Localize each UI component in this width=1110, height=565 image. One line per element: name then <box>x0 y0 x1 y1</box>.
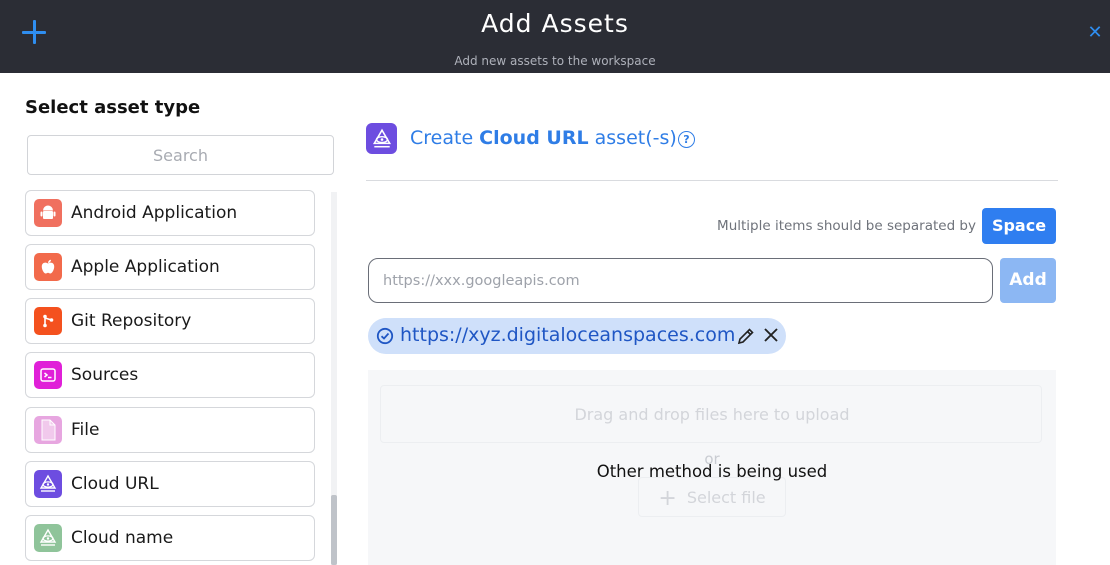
asset-type-label: File <box>71 420 100 440</box>
select-file-button: + Select file <box>638 477 786 517</box>
dropzone-disabled-message: Other method is being used <box>596 462 828 481</box>
modal-subtitle: Add new assets to the workspace <box>454 54 656 68</box>
asset-type-android[interactable]: Android Application <box>25 190 315 236</box>
divider <box>366 180 1058 181</box>
heading-prefix: Create <box>410 127 480 149</box>
cloud-eye-icon <box>34 470 62 498</box>
pencil-icon[interactable] <box>736 326 756 350</box>
chip-url: https://xyz.digitaloceanspaces.com <box>400 324 736 346</box>
asset-type-sources[interactable]: Sources <box>25 352 315 398</box>
git-icon <box>34 307 62 335</box>
add-button[interactable]: Add <box>1000 258 1056 303</box>
plus-icon: + <box>658 486 677 511</box>
list-scrollbar-thumb[interactable] <box>331 495 337 565</box>
asset-type-file[interactable]: File <box>25 407 315 453</box>
close-icon[interactable]: ✕ <box>1086 24 1104 42</box>
url-chip: https://xyz.digitaloceanspaces.com <box>368 318 786 354</box>
apple-icon <box>34 253 62 281</box>
modal-header: Add Assets Add new assets to the workspa… <box>0 0 1110 73</box>
terminal-icon <box>34 361 62 389</box>
file-dropzone: Drag and drop files here to upload or + S… <box>368 370 1056 565</box>
cloud-eye-icon <box>366 123 397 154</box>
asset-type-list: Android Application Apple Application Gi… <box>25 190 317 565</box>
asset-type-label: Git Repository <box>71 311 192 331</box>
help-icon[interactable]: ? <box>678 131 695 148</box>
asset-type-apple[interactable]: Apple Application <box>25 244 315 290</box>
asset-type-label: Cloud URL <box>71 474 159 494</box>
modal-title: Add Assets <box>481 9 629 38</box>
separator-note: Multiple items should be separated by <box>717 218 976 234</box>
check-circle-icon <box>376 327 394 349</box>
heading-asset-type: Cloud URL <box>479 127 589 149</box>
asset-type-cloud-url[interactable]: Cloud URL <box>25 461 315 507</box>
select-file-label: Select file <box>686 488 766 507</box>
asset-type-title: Select asset type <box>25 97 201 118</box>
remove-icon[interactable] <box>761 325 781 349</box>
search-input[interactable] <box>27 135 334 175</box>
asset-type-git[interactable]: Git Repository <box>25 298 315 344</box>
asset-type-label: Apple Application <box>71 257 220 277</box>
heading-suffix: asset(-s) <box>588 127 677 149</box>
android-icon <box>34 199 62 227</box>
create-asset-heading: Create Cloud URL asset(-s) <box>410 127 677 149</box>
url-input[interactable] <box>368 258 993 303</box>
asset-type-label: Android Application <box>71 203 238 223</box>
cloud-name-icon <box>34 524 62 552</box>
file-icon <box>34 416 62 444</box>
dropzone-text: Drag and drop files here to upload <box>574 405 850 424</box>
asset-type-cloud-name[interactable]: Cloud name <box>25 515 315 561</box>
separator-space-button[interactable]: Space <box>982 208 1056 244</box>
asset-type-label: Cloud name <box>71 528 174 548</box>
asset-type-label: Sources <box>71 365 139 385</box>
